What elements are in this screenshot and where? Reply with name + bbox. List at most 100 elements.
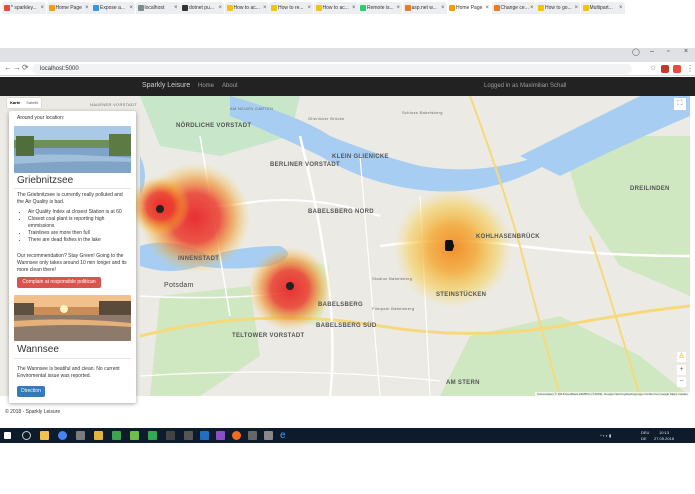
list-item: Closest coal plant is reporting high emm… [28, 216, 131, 230]
app-icon[interactable] [94, 431, 103, 440]
browser-tab[interactable]: Change ce... × [491, 2, 536, 14]
search-icon[interactable] [22, 431, 31, 440]
map-label-am-neuen-garten: AM NEUEN GARTEN [230, 106, 274, 111]
windows-start-icon[interactable] [4, 432, 11, 439]
zoom-in-button[interactable]: + [677, 365, 686, 375]
close-tab-icon[interactable]: × [441, 2, 445, 14]
map-label-innenstadt: INNENSTADT [178, 256, 220, 262]
forward-button[interactable]: → [13, 63, 21, 72]
close-tab-icon[interactable]: × [352, 2, 356, 14]
tab-favicon-icon [48, 5, 55, 11]
close-tab-icon[interactable]: × [129, 2, 133, 14]
browser-menu-icon[interactable]: ⋮ [686, 64, 694, 73]
app-icon[interactable] [232, 431, 241, 440]
powershell-icon[interactable] [200, 431, 209, 440]
extension-gmail-icon[interactable] [661, 65, 669, 73]
map-label-nauener-vorstadt: NAUENER VORSTADT [90, 102, 137, 107]
browser-tab[interactable]: Expose a... × [91, 2, 135, 14]
fullscreen-button[interactable]: ⛶ [674, 98, 686, 110]
app-icon[interactable] [148, 431, 157, 440]
list-item: Trainlines are more then full [28, 230, 131, 237]
close-window-button[interactable]: × [684, 48, 688, 55]
complain-button[interactable]: Complain at responsible politican [17, 277, 101, 288]
browser-tab[interactable]: How to ac... × [313, 2, 358, 14]
map-marker-2[interactable] [286, 282, 294, 290]
browser-tab[interactable]: How to go... × [536, 2, 580, 14]
close-tab-icon[interactable]: × [574, 2, 578, 14]
browser-tab[interactable]: Home Page × [46, 2, 91, 14]
close-tab-icon[interactable]: × [218, 2, 222, 14]
brand-link[interactable]: Sparkly Leisure [142, 82, 190, 89]
list-item: Air Quality Index at closest Station is … [28, 209, 131, 216]
app-icon[interactable] [130, 431, 139, 440]
app-icon[interactable] [76, 431, 85, 440]
griebnitzsee-description: The Griebnitzsee is currently really pol… [17, 192, 123, 206]
map-marker-1[interactable] [156, 205, 164, 213]
minimize-button[interactable]: – [650, 48, 654, 55]
browser-tab[interactable]: How to ac... × [224, 2, 269, 14]
browser-tab[interactable]: dotnet pu... × [180, 2, 224, 14]
tab-favicon-icon [271, 5, 277, 11]
browser-tab[interactable]: localhost × [135, 2, 180, 14]
clock-time[interactable]: 10:13 [659, 430, 669, 435]
tab-favicon-icon [315, 5, 322, 11]
nav-home-link[interactable]: Home [198, 83, 214, 89]
app-icon[interactable] [184, 431, 193, 440]
map-label-stadion: Stadion Babelsberg [372, 276, 413, 281]
tab-favicon-icon [360, 5, 366, 11]
zoom-out-button[interactable]: − [677, 377, 686, 387]
direction-button[interactable]: Direction [17, 386, 45, 397]
map-label-babelsberg: BABELSBERG [318, 302, 364, 308]
app-icon[interactable] [248, 431, 257, 440]
browser-tab[interactable]: Remote is... × [358, 2, 402, 14]
map-label-dreilinden: DREILINDEN [630, 186, 670, 192]
map-type-karte[interactable]: Karte [7, 100, 23, 105]
browser-tab[interactable]: * sparkley... × [2, 2, 46, 14]
close-tab-icon[interactable]: × [396, 2, 400, 14]
map-attribution: Kartendaten © 2018 GeoBasis-DE/BKG (©200… [535, 392, 690, 396]
reload-button[interactable]: ⟳ [22, 63, 29, 72]
terminal-icon[interactable] [166, 431, 175, 440]
browser-tab-label: How to re... [278, 5, 304, 11]
close-tab-icon[interactable]: × [619, 2, 623, 14]
user-status: Logged in as Maximilian Schall [484, 83, 567, 89]
close-tab-icon[interactable]: × [174, 2, 178, 14]
bookmark-star-icon[interactable]: ☆ [650, 64, 656, 72]
language-sub: DE [641, 436, 647, 441]
close-tab-icon[interactable]: × [85, 2, 89, 14]
card-divider [14, 358, 131, 359]
browser-tab-label: How to ac... [233, 5, 260, 11]
close-tab-icon[interactable]: × [530, 2, 534, 14]
close-tab-icon[interactable]: × [40, 2, 44, 14]
extension-adblock-icon[interactable] [673, 65, 681, 73]
browser-tab[interactable]: How to re... × [269, 2, 313, 14]
chrome-icon[interactable] [58, 431, 67, 440]
map-label-kohlhasenbruck: KOHLHASENBRÜCK [476, 234, 540, 240]
browser-tab-label: Remote is... [367, 5, 394, 11]
map-label-babelsberg-sud: BABELSBERG SÜD [316, 323, 377, 329]
close-tab-icon[interactable]: × [263, 2, 267, 14]
language-indicator[interactable]: DEU [641, 430, 649, 435]
map-type-satellit[interactable]: Satellit [23, 100, 41, 105]
app-icon[interactable] [264, 431, 273, 440]
browser-tab[interactable]: asp.net w... × [402, 2, 447, 14]
account-icon[interactable]: ◯ [632, 48, 640, 56]
edge-icon[interactable]: e [280, 431, 289, 441]
pegman-icon[interactable]: ♙ [677, 352, 686, 362]
browser-tab[interactable]: Home Page × [447, 2, 491, 14]
tab-favicon-icon [182, 5, 188, 11]
tray-icons[interactable]: ^ ▪ ◖ ▮ [600, 433, 611, 438]
card-divider [14, 188, 131, 189]
maximize-button[interactable]: ▫ [667, 48, 669, 55]
close-tab-icon[interactable]: × [485, 2, 489, 14]
nav-about-link[interactable]: About [222, 83, 238, 89]
app-icon[interactable] [112, 431, 121, 440]
visual-studio-icon[interactable] [216, 431, 225, 440]
clock-date[interactable]: 27.05.2018 [654, 436, 674, 441]
url-input[interactable]: localhost:5000 [32, 64, 632, 74]
browser-tab[interactable]: Multipart... × [580, 2, 625, 14]
back-button[interactable]: ← [4, 63, 12, 72]
close-tab-icon[interactable]: × [307, 2, 311, 14]
file-explorer-icon[interactable] [40, 431, 49, 440]
tab-favicon-icon [137, 5, 144, 11]
